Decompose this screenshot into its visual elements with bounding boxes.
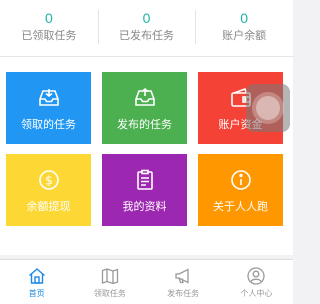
tab-label: 首页	[28, 289, 45, 298]
tile-label: 发布的任务	[117, 119, 172, 131]
tab-label: 个人中心	[240, 289, 273, 298]
stat-value: 0	[142, 10, 151, 26]
info-icon	[198, 168, 283, 192]
stat-value: 0	[44, 10, 53, 26]
tab-label: 领取任务	[93, 289, 126, 298]
stat-received-tasks[interactable]: 0 已领取任务	[0, 0, 98, 56]
floating-assistive-button[interactable]	[246, 84, 290, 132]
tile-withdraw-balance[interactable]: $ 余额提现	[6, 154, 91, 226]
tab-publish-task[interactable]: 发布任务	[147, 260, 220, 304]
megaphone-icon	[147, 266, 220, 286]
tab-receive-task[interactable]: 领取任务	[73, 260, 146, 304]
tile-label: 我的资料	[122, 201, 167, 213]
stat-published-tasks[interactable]: 0 已发布任务	[97, 0, 196, 56]
tile-label: 余额提现	[26, 201, 71, 213]
user-icon	[220, 266, 293, 286]
tab-personal-center[interactable]: 个人中心	[220, 260, 293, 304]
tab-label: 发布任务	[167, 289, 200, 298]
home-icon	[0, 266, 73, 286]
stat-label: 已领取任务	[21, 30, 77, 42]
stat-value: 0	[240, 10, 249, 26]
inbox-upload-icon	[102, 86, 187, 110]
tile-label: 领取的任务	[21, 119, 76, 131]
stat-account-balance[interactable]: 0 账户余额	[195, 0, 293, 56]
stat-label: 账户余额	[222, 30, 267, 42]
dollar-coin-icon: $	[6, 168, 91, 192]
clipboard-icon	[102, 168, 187, 192]
tile-about[interactable]: 关于人人跑	[198, 154, 283, 226]
tile-my-profile[interactable]: 我的资料	[102, 154, 187, 226]
bottom-tab-bar: 首页 领取任务 发布任务 个人中心	[0, 259, 293, 304]
stats-bar: 0 已领取任务 0 已发布任务 0 账户余额	[0, 0, 293, 57]
tile-label: 关于人人跑	[213, 201, 268, 213]
tab-home[interactable]: 首页	[0, 260, 73, 304]
inbox-download-icon	[6, 86, 91, 110]
tile-received-tasks[interactable]: 领取的任务	[6, 72, 91, 144]
svg-text:$: $	[45, 174, 53, 188]
stat-label: 已发布任务	[119, 30, 174, 42]
tile-published-tasks[interactable]: 发布的任务	[102, 72, 187, 144]
map-icon	[73, 266, 146, 286]
